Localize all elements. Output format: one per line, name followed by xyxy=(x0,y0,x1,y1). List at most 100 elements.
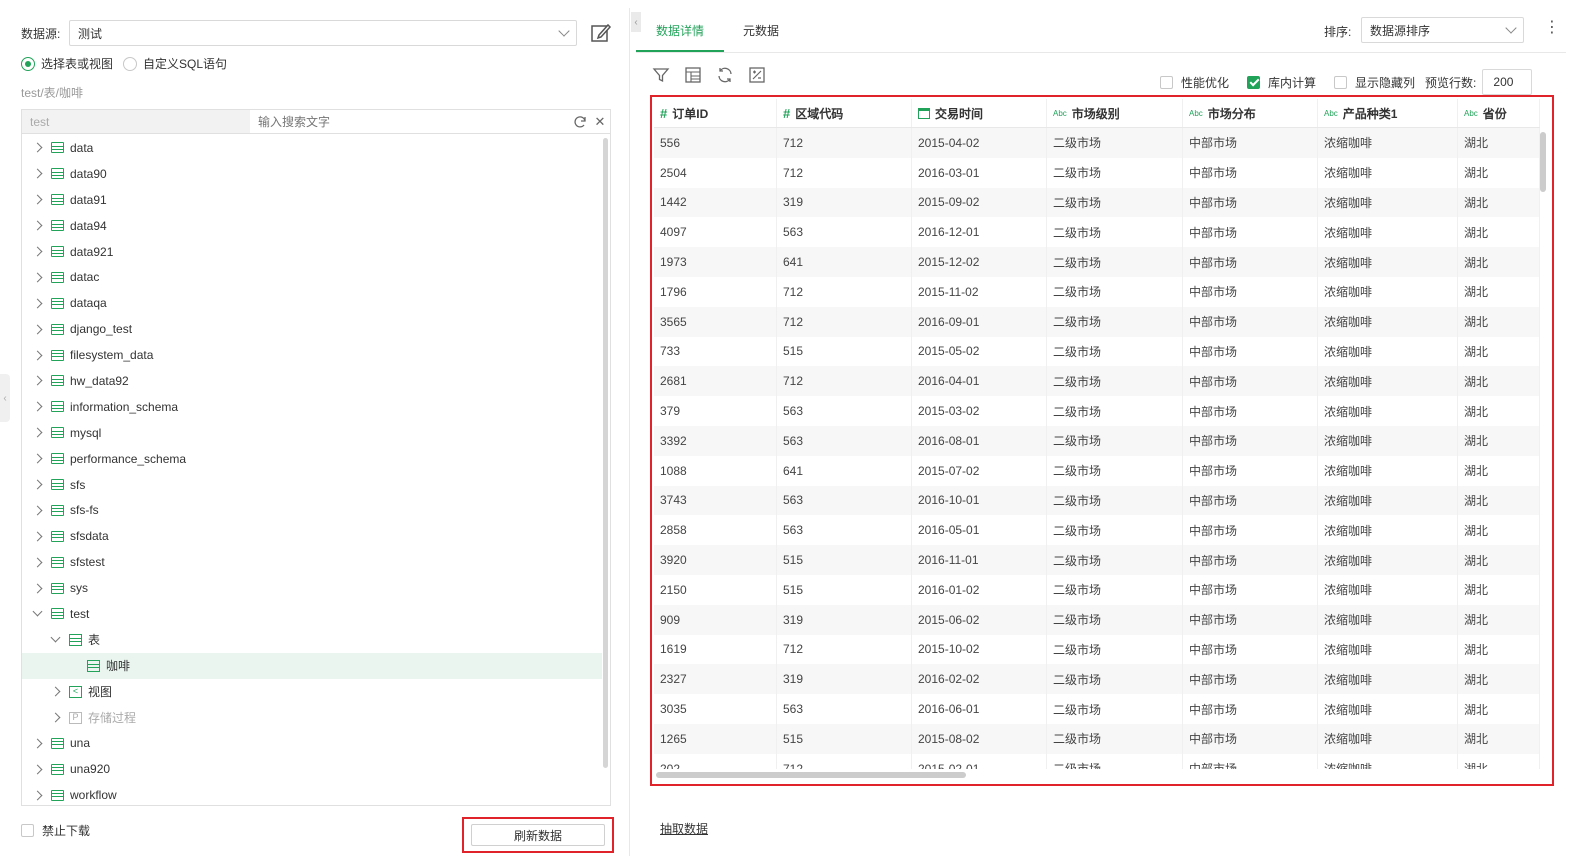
chevron-right-icon[interactable] xyxy=(32,453,43,464)
performance-checkbox[interactable] xyxy=(1160,75,1173,89)
table-cell[interactable]: 2015-08-02 xyxy=(912,723,1047,754)
table-cell[interactable]: 1265 xyxy=(654,723,777,754)
table-cell[interactable]: 2504 xyxy=(654,157,777,188)
table-cell[interactable]: 563 xyxy=(777,396,912,426)
chevron-right-icon[interactable] xyxy=(32,531,43,542)
column-header[interactable]: Abc 市场分布 xyxy=(1183,99,1318,127)
table-cell[interactable]: 2016-06-01 xyxy=(912,694,1047,724)
table-cell[interactable]: 3920 xyxy=(654,545,777,575)
field-settings-icon[interactable] xyxy=(684,66,702,84)
table-cell[interactable]: 641 xyxy=(777,455,912,486)
chevron-right-icon[interactable] xyxy=(32,583,43,594)
table-cell[interactable]: 2150 xyxy=(654,574,777,605)
table-cell[interactable]: 909 xyxy=(654,604,777,635)
table-cell[interactable]: 湖北 xyxy=(1458,694,1540,724)
table-cell[interactable]: 2015-03-02 xyxy=(912,396,1047,426)
table-cell[interactable]: 中部市场 xyxy=(1183,604,1318,635)
table-cell[interactable]: 浓缩咖啡 xyxy=(1318,545,1458,575)
table-cell[interactable]: 浓缩咖啡 xyxy=(1318,276,1458,307)
table-cell[interactable]: 2015-10-02 xyxy=(912,634,1047,665)
table-cell[interactable]: 1796 xyxy=(654,276,777,307)
chevron-right-icon[interactable] xyxy=(32,194,43,205)
table-cell[interactable]: 中部市场 xyxy=(1183,485,1318,516)
show-hidden-checkbox[interactable] xyxy=(1334,75,1348,89)
table-cell[interactable]: 733 xyxy=(654,336,777,367)
table-cell[interactable]: 3743 xyxy=(654,485,777,516)
table-cell[interactable]: 712 xyxy=(777,366,912,397)
table-cell[interactable]: 2016-11-01 xyxy=(912,545,1047,575)
option-show-hidden[interactable]: 显示隐藏列 xyxy=(1334,74,1415,91)
chevron-right-icon[interactable] xyxy=(32,557,43,568)
table-cell[interactable]: 4097 xyxy=(654,217,777,248)
table-cell[interactable]: 湖北 xyxy=(1458,366,1540,397)
tree-item[interactable]: sfstest xyxy=(22,549,602,575)
grid-horizontal-scrollbar[interactable] xyxy=(656,772,966,778)
table-cell[interactable]: 2015-02-01 xyxy=(912,753,1047,769)
table-cell[interactable]: 712 xyxy=(777,276,912,307)
chevron-right-icon[interactable] xyxy=(32,246,43,257)
tree-item[interactable]: data921 xyxy=(22,239,602,265)
table-cell[interactable]: 319 xyxy=(777,187,912,218)
radio-custom-sql[interactable] xyxy=(123,56,138,71)
chevron-right-icon[interactable] xyxy=(32,272,43,283)
table-cell[interactable]: 2015-09-02 xyxy=(912,187,1047,218)
tree-item[interactable]: dataqa xyxy=(22,290,602,316)
table-cell[interactable]: 二级市场 xyxy=(1047,425,1183,456)
table-cell[interactable]: 中部市场 xyxy=(1183,187,1318,218)
tree-item[interactable]: < 视图 xyxy=(22,679,602,705)
radio-select-table[interactable] xyxy=(21,56,35,71)
table-cell[interactable]: 2016-10-01 xyxy=(912,485,1047,516)
table-cell[interactable]: 二级市场 xyxy=(1047,276,1183,307)
refresh-icon[interactable] xyxy=(570,115,590,129)
sort-select[interactable]: 数据源排序 xyxy=(1361,17,1524,43)
tree-item[interactable]: information_schema xyxy=(22,394,602,420)
close-icon[interactable]: ✕ xyxy=(590,114,610,130)
table-cell[interactable]: 浓缩咖啡 xyxy=(1318,187,1458,218)
table-cell[interactable]: 515 xyxy=(777,545,912,575)
table-cell[interactable]: 湖北 xyxy=(1458,664,1540,695)
table-cell[interactable]: 556 xyxy=(654,128,777,158)
table-cell[interactable]: 3035 xyxy=(654,694,777,724)
tree-item[interactable]: data90 xyxy=(22,161,602,187)
tree-item[interactable]: filesystem_data xyxy=(22,342,602,368)
table-cell[interactable]: 中部市场 xyxy=(1183,336,1318,367)
table-cell[interactable]: 浓缩咖啡 xyxy=(1318,366,1458,397)
tree-item[interactable]: sfs xyxy=(22,472,602,498)
option-in-db-compute[interactable]: 库内计算 xyxy=(1247,74,1316,91)
column-header[interactable]: Abc 市场级别 xyxy=(1047,99,1183,127)
tree-item[interactable]: P 存储过程 xyxy=(22,705,602,731)
grid-vertical-scrollbar[interactable] xyxy=(1540,132,1546,192)
table-cell[interactable]: 2327 xyxy=(654,664,777,695)
table-cell[interactable]: 中部市场 xyxy=(1183,515,1318,546)
table-cell[interactable]: 2016-09-01 xyxy=(912,306,1047,337)
chevron-right-icon[interactable] xyxy=(32,427,43,438)
tree-item[interactable]: test xyxy=(22,601,602,627)
table-cell[interactable]: 中部市场 xyxy=(1183,753,1318,769)
tree-item[interactable]: una xyxy=(22,730,602,756)
column-header[interactable]: # 订单ID xyxy=(654,99,777,127)
table-cell[interactable]: 712 xyxy=(777,306,912,337)
option-performance[interactable]: 性能优化 xyxy=(1160,74,1229,91)
table-cell[interactable]: 湖北 xyxy=(1458,574,1540,605)
table-cell[interactable]: 湖北 xyxy=(1458,247,1540,277)
chevron-right-icon[interactable] xyxy=(32,738,43,749)
table-cell[interactable]: 湖北 xyxy=(1458,425,1540,456)
table-cell[interactable]: 二级市场 xyxy=(1047,396,1183,426)
table-cell[interactable]: 二级市场 xyxy=(1047,604,1183,635)
table-cell[interactable]: 二级市场 xyxy=(1047,664,1183,695)
table-cell[interactable]: 二级市场 xyxy=(1047,485,1183,516)
table-cell[interactable]: 2016-04-01 xyxy=(912,366,1047,397)
table-cell[interactable]: 浓缩咖啡 xyxy=(1318,396,1458,426)
table-cell[interactable]: 浓缩咖啡 xyxy=(1318,515,1458,546)
table-cell[interactable]: 湖北 xyxy=(1458,634,1540,665)
table-cell[interactable]: 中部市场 xyxy=(1183,247,1318,277)
tree-item[interactable]: hw_data92 xyxy=(22,368,602,394)
table-cell[interactable]: 2015-07-02 xyxy=(912,455,1047,486)
refresh-data-button[interactable]: 刷新数据 xyxy=(471,824,605,846)
tree-item[interactable]: sfsdata xyxy=(22,523,602,549)
in-db-compute-checkbox[interactable] xyxy=(1247,75,1261,89)
tab-data-details[interactable]: 数据详情 xyxy=(656,22,704,39)
chevron-right-icon[interactable] xyxy=(32,505,43,516)
tree-item[interactable]: sys xyxy=(22,575,602,601)
tree-item[interactable]: mysql xyxy=(22,420,602,446)
